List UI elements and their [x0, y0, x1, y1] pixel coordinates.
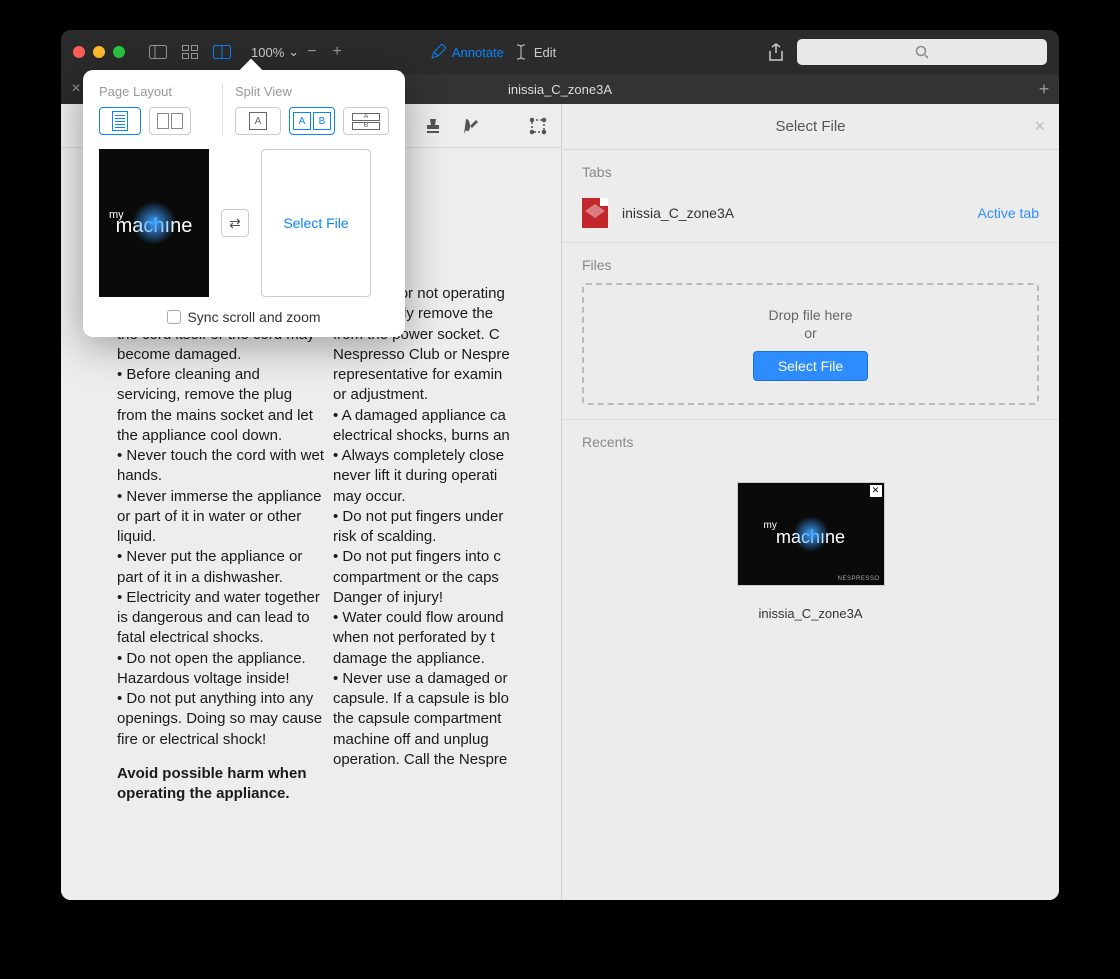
split-view-label: Split View: [235, 84, 389, 99]
new-tab-button[interactable]: +: [1029, 74, 1059, 104]
annotate-button[interactable]: Annotate: [430, 44, 504, 60]
split-vertical[interactable]: AB: [343, 107, 389, 135]
app-window: 100% ⌄ − + Annotate Edit × inissia_C_zon…: [61, 30, 1059, 900]
swap-button[interactable]: ⇄: [221, 209, 249, 237]
document-columns: period. Disconnect by pulling out the pl…: [117, 284, 541, 804]
current-doc-thumbnail: my machıne: [99, 149, 209, 297]
close-window-button[interactable]: [73, 46, 85, 58]
view-mode-group: [149, 44, 231, 60]
recent-item[interactable]: my machıne NESPRESSO inissia_C_zone3A: [582, 482, 1039, 621]
tabs-section-label: Tabs: [582, 164, 1039, 180]
zoom-window-button[interactable]: [113, 46, 125, 58]
drop-text: Drop file here: [606, 307, 1015, 323]
recents-section-label: Recents: [582, 434, 1039, 450]
recent-name: inissia_C_zone3A: [758, 606, 862, 621]
thumb-my: my: [764, 520, 777, 531]
zoom-in-button[interactable]: +: [325, 43, 350, 61]
layout-two-page[interactable]: [149, 107, 191, 135]
split-none[interactable]: A: [235, 107, 281, 135]
col1-text: period. Disconnect by pulling out the pl…: [117, 284, 325, 750]
grid-view-icon[interactable]: [181, 44, 199, 60]
drop-zone[interactable]: Drop file here or Select File: [582, 283, 1039, 405]
share-icon[interactable]: [767, 44, 785, 60]
col2-text: damaged or not operating Immediately rem…: [333, 284, 541, 770]
recents-section: Recents my machıne NESPRESSO inissia_C_z…: [562, 419, 1059, 900]
tabs-section: Tabs inissia_C_zone3A Active tab: [562, 150, 1059, 242]
tab-item-name: inissia_C_zone3A: [622, 205, 964, 221]
titlebar: 100% ⌄ − + Annotate Edit: [61, 30, 1059, 74]
view-popover: Page Layout Split View A AB AB my machın…: [83, 70, 405, 337]
edit-button[interactable]: Edit: [514, 44, 556, 60]
panel-header: Select File ×: [562, 104, 1059, 150]
sidebar-toggle-icon[interactable]: [149, 44, 167, 60]
close-icon[interactable]: ×: [1034, 116, 1045, 137]
split-view-group: Split View A AB AB: [223, 84, 389, 135]
search-input[interactable]: [797, 39, 1047, 65]
popover-footer: Sync scroll and zoom: [99, 309, 389, 325]
zoom-out-button[interactable]: −: [299, 43, 324, 61]
chevron-down-icon: ⌄: [288, 44, 299, 60]
files-section-label: Files: [582, 257, 1039, 273]
select-file-panel: Select File × Tabs inissia_C_zone3A Acti…: [561, 104, 1059, 900]
panel-title: Select File: [775, 118, 845, 135]
column-left: period. Disconnect by pulling out the pl…: [117, 284, 325, 804]
signature-tool-icon[interactable]: [462, 115, 482, 137]
titlebar-right: [767, 39, 1047, 65]
minimize-window-button[interactable]: [93, 46, 105, 58]
split-horizontal[interactable]: AB: [289, 107, 335, 135]
tab-item-status: Active tab: [978, 205, 1039, 221]
annotate-label: Annotate: [452, 45, 504, 60]
sync-label: Sync scroll and zoom: [187, 309, 320, 325]
recent-thumbnail: my machıne NESPRESSO: [737, 482, 885, 586]
page-layout-label: Page Layout: [99, 84, 210, 99]
stamp-tool-icon[interactable]: [424, 115, 442, 137]
column-right: damaged or not operating Immediately rem…: [333, 284, 541, 804]
popover-main: my machıne ⇄ Select File: [99, 149, 389, 297]
window-controls: [73, 46, 125, 58]
split-view-icon[interactable]: [213, 44, 231, 60]
select-file-button[interactable]: Select File: [753, 351, 868, 381]
layout-single-page[interactable]: [99, 107, 141, 135]
files-section: Files Drop file here or Select File: [562, 242, 1059, 419]
mode-group: Annotate Edit: [430, 44, 556, 60]
sync-checkbox[interactable]: [167, 310, 181, 324]
edit-label: Edit: [534, 45, 556, 60]
select-tool-icon[interactable]: [529, 115, 547, 137]
page-layout-group: Page Layout: [99, 84, 223, 135]
select-file-panel-button[interactable]: Select File: [261, 149, 371, 297]
search-icon: [915, 45, 929, 59]
zoom-control[interactable]: 100% ⌄: [251, 44, 299, 60]
drop-or: or: [606, 325, 1015, 341]
pdf-icon: [582, 198, 608, 228]
col1-bold: Avoid possible harm when operating the a…: [117, 764, 325, 805]
text-cursor-icon: [514, 44, 528, 60]
zoom-value: 100%: [251, 45, 284, 60]
thumb-brand: NESPRESSO: [838, 576, 880, 582]
pen-icon: [430, 44, 446, 60]
tab-item[interactable]: inissia_C_zone3A Active tab: [582, 190, 1039, 236]
